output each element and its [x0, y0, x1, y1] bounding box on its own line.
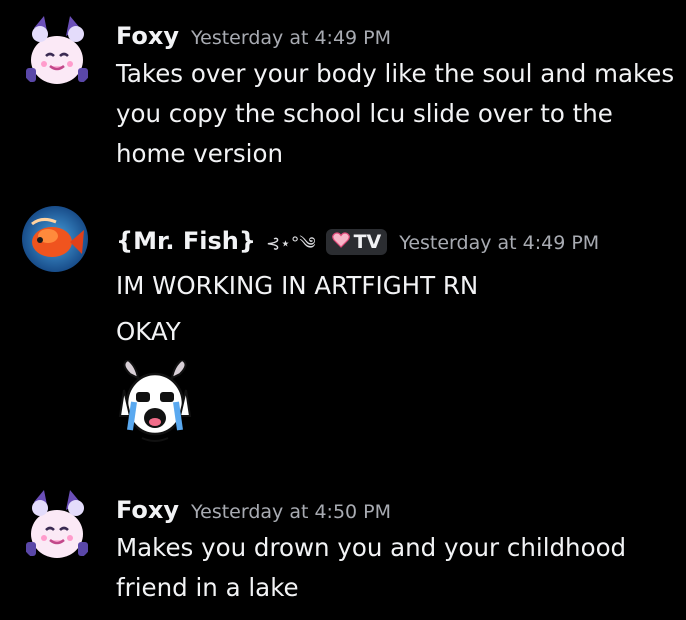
message-line: IM WORKING IN ARTFIGHT RN: [116, 271, 479, 300]
message-line: Takes over your body like the soul and m…: [116, 59, 675, 88]
message-line: Makes you drown you and your childhood: [116, 533, 627, 562]
foxy-avatar-image: [16, 10, 98, 92]
crying-goat-emoji[interactable]: [116, 358, 194, 444]
timestamp: Yesterday at 4:50 PM: [191, 501, 392, 523]
message-line: friend in a lake: [116, 573, 299, 602]
foxy-avatar[interactable]: [16, 484, 98, 566]
username[interactable]: {Mr. Fish}: [116, 227, 256, 255]
message-content: IM WORKING IN ARTFIGHT RN OKAY: [116, 266, 676, 352]
foxy-avatar[interactable]: [16, 10, 98, 92]
server-tag[interactable]: TV: [325, 229, 388, 255]
message-content: Takes over your body like the soul and m…: [116, 54, 676, 174]
timestamp: Yesterday at 4:49 PM: [191, 27, 392, 49]
message-line: you copy the school lcu slide over to th…: [116, 99, 613, 128]
message-content: Makes you drown you and your childhood f…: [116, 528, 676, 608]
message-header: Foxy Yesterday at 4:49 PM: [116, 22, 391, 50]
crying-goat-icon: [118, 358, 192, 442]
username[interactable]: Foxy: [116, 22, 179, 50]
heart-icon: [331, 231, 350, 253]
mr-fish-avatar[interactable]: [22, 206, 88, 272]
server-tag-label: TV: [353, 231, 382, 253]
username-decoration: ⊰⋆°༄: [265, 234, 316, 254]
timestamp: Yesterday at 4:49 PM: [399, 232, 600, 254]
message-line: home version: [116, 139, 283, 168]
message-line: OKAY: [116, 317, 181, 346]
username[interactable]: Foxy: [116, 496, 179, 524]
message-header: Foxy Yesterday at 4:50 PM: [116, 496, 391, 524]
foxy-avatar-image: [16, 484, 98, 566]
message-header: {Mr. Fish} ⊰⋆°༄ TV Yesterday at 4:49 PM: [116, 224, 599, 272]
mr-fish-avatar-image: [22, 206, 88, 272]
